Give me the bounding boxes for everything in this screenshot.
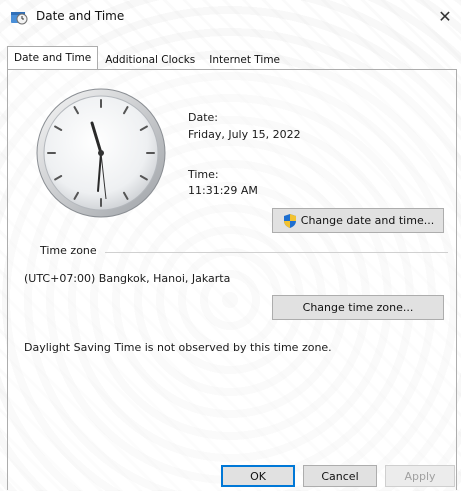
cancel-button[interactable]: Cancel	[303, 465, 377, 487]
uac-shield-icon	[283, 213, 296, 228]
window-title: Date and Time	[36, 9, 125, 23]
close-icon: ✕	[438, 6, 452, 26]
change-date-time-label: Change date and time...	[300, 214, 435, 227]
time-label: Time:	[188, 168, 219, 181]
tab-internet-time[interactable]: Internet Time	[202, 49, 287, 70]
analog-clock	[36, 88, 166, 218]
change-date-time-button[interactable]: Change date and time...	[272, 208, 444, 233]
timezone-group-divider	[105, 252, 448, 253]
tab-strip: Date and Time Additional Clocks Internet…	[7, 46, 287, 70]
title-bar[interactable]: Date and Time ✕	[0, 0, 461, 34]
close-button[interactable]: ✕	[433, 4, 457, 28]
change-time-zone-label: Change time zone...	[302, 301, 414, 314]
ok-label: OK	[250, 469, 266, 483]
change-time-zone-button[interactable]: Change time zone...	[272, 295, 444, 320]
date-label: Date:	[188, 111, 218, 124]
timezone-value: (UTC+07:00) Bangkok, Hanoi, Jakarta	[24, 272, 231, 285]
apply-button: Apply	[385, 465, 455, 487]
tab-additional-clocks[interactable]: Additional Clocks	[98, 49, 202, 70]
ok-button[interactable]: OK	[221, 465, 295, 487]
dst-note: Daylight Saving Time is not observed by …	[24, 341, 332, 354]
apply-label: Apply	[404, 469, 436, 483]
date-value: Friday, July 15, 2022	[188, 128, 301, 141]
cancel-label: Cancel	[321, 469, 359, 483]
time-value: 11:31:29 AM	[188, 184, 258, 197]
timezone-group-title: Time zone	[40, 244, 97, 257]
tab-date-and-time[interactable]: Date and Time	[7, 46, 99, 70]
date-time-app-icon	[11, 12, 28, 25]
